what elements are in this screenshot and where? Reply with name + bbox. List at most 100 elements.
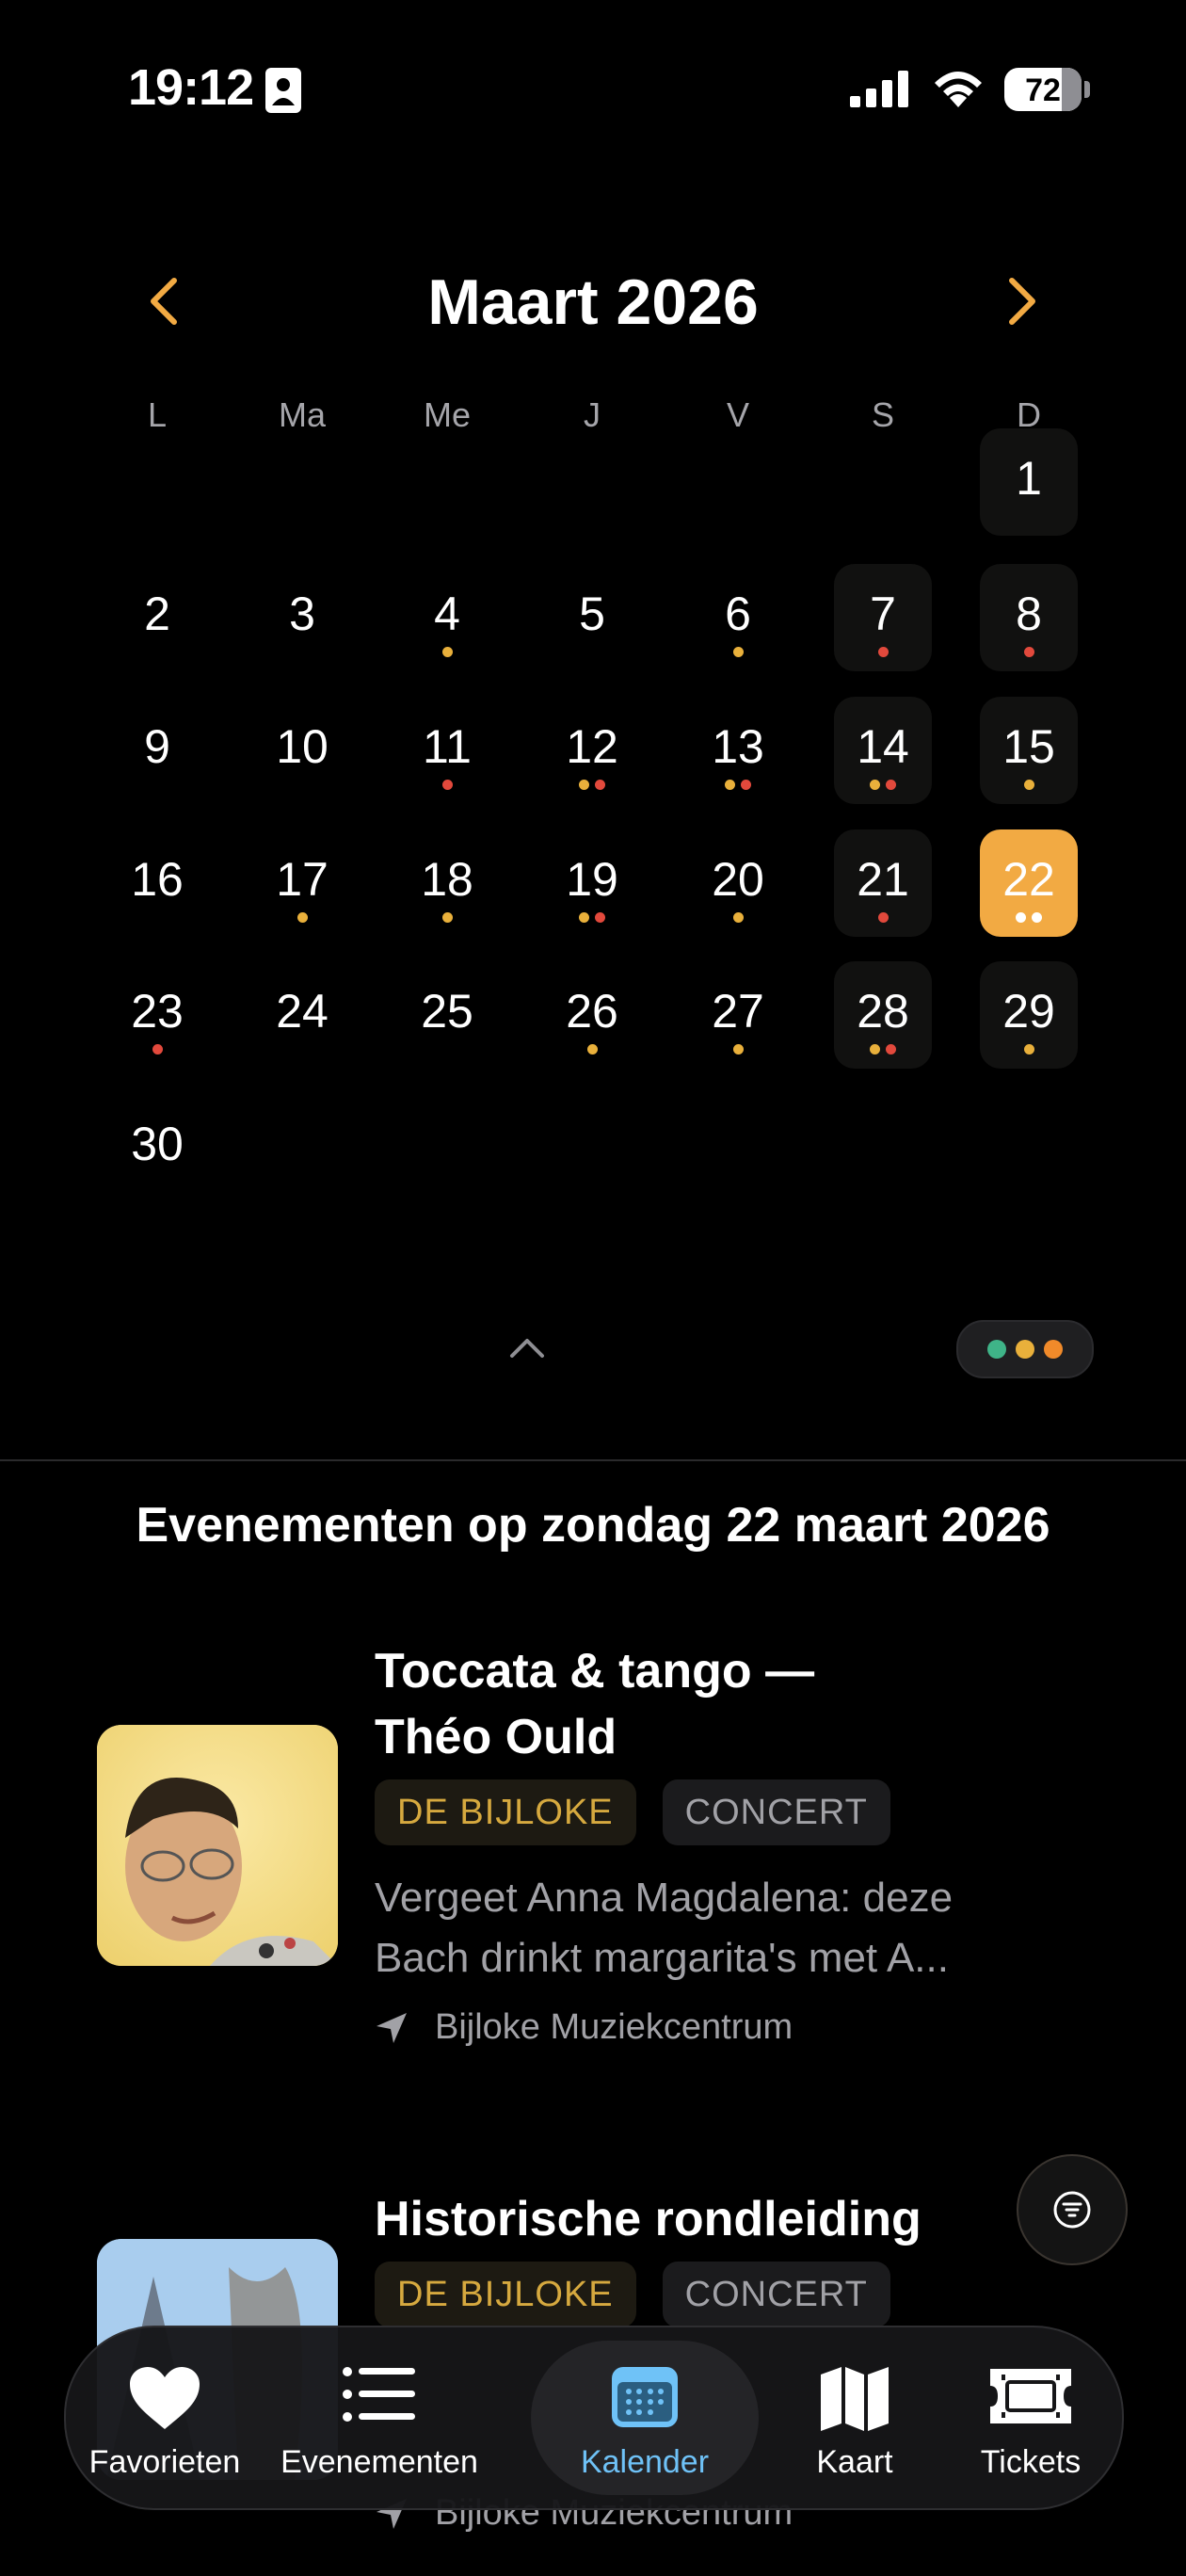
calendar-day[interactable]: 3	[253, 564, 351, 671]
calendar-day-number: 20	[712, 853, 764, 906]
filter-icon	[1053, 2191, 1091, 2229]
calendar-day-number: 21	[857, 853, 909, 906]
tab-calendar[interactable]: Kalender	[531, 2341, 759, 2495]
section-divider	[0, 1459, 1186, 1461]
collapse-calendar-chevron-up-icon[interactable]	[506, 1333, 548, 1361]
calendar-day-number: 11	[423, 720, 472, 773]
calendar-day-number: 19	[566, 853, 618, 906]
calendar-day[interactable]: 21	[834, 829, 932, 937]
tab-favorites[interactable]: Favorieten	[66, 2341, 264, 2495]
event-indicator-dots	[253, 912, 351, 924]
calendar-day[interactable]: 23	[108, 961, 206, 1069]
event-indicator-dots	[543, 780, 641, 791]
events-day-heading: Evenementen op zondag 22 maart 2026	[136, 1498, 1050, 1553]
event-title-line: Historische rondleiding	[375, 2192, 922, 2246]
tab-label: Kaart	[816, 2444, 893, 2480]
calendar-day-number: 9	[144, 720, 170, 773]
calendar-day[interactable]: 4	[398, 564, 496, 671]
calendar-day-number: 30	[131, 1118, 184, 1170]
event-indicator-dots	[398, 1044, 496, 1055]
calendar-day[interactable]: 27	[689, 961, 787, 1069]
venue-tag: DE BIJLOKE	[375, 1779, 636, 1845]
tab-tickets[interactable]: Tickets	[941, 2341, 1120, 2495]
venue-tag: DE BIJLOKE	[375, 2262, 636, 2327]
calendar-day-number: 27	[712, 985, 764, 1038]
calendar-day[interactable]: 17	[253, 829, 351, 937]
app-screen: 19:12 72 Maart 2026 L Ma Me J V S D 1 2 …	[0, 0, 1186, 2576]
event-indicator-dots	[980, 511, 1078, 523]
calendar-day[interactable]: 25	[398, 961, 496, 1069]
calendar-day[interactable]: 19	[543, 829, 641, 937]
calendar-day[interactable]: 30	[108, 1094, 206, 1201]
calendar-day[interactable]: 11	[398, 697, 496, 804]
category-tag: CONCERT	[662, 2262, 890, 2327]
event-tags: DE BIJLOKE CONCERT	[375, 2262, 890, 2327]
calendar-day[interactable]: 15	[980, 697, 1078, 804]
calendar-day[interactable]: 20	[689, 829, 787, 937]
calendar-day-number: 28	[857, 985, 909, 1038]
category-legend-button[interactable]	[956, 1320, 1094, 1378]
calendar-day[interactable]: 5	[543, 564, 641, 671]
tab-events[interactable]: Evenementen	[264, 2341, 495, 2495]
event-indicator-dots	[253, 780, 351, 791]
event-indicator-dots	[108, 647, 206, 658]
calendar-day[interactable]: 8	[980, 564, 1078, 671]
calendar-day[interactable]: 14	[834, 697, 932, 804]
event-location: Bijloke Muziekcentrum	[375, 2007, 793, 2048]
tab-label: Favorieten	[88, 2444, 241, 2480]
calendar-day[interactable]: 1	[980, 428, 1078, 536]
calendar-day[interactable]: 7	[834, 564, 932, 671]
calendar-day-number: 1	[1016, 452, 1042, 505]
calendar-day-number: 3	[289, 588, 315, 640]
category-tag: CONCERT	[662, 1779, 890, 1845]
calendar-day-selected[interactable]: 22	[980, 829, 1078, 937]
calendar-day[interactable]: 16	[108, 829, 206, 937]
calendar-grid: 1 2 3 4 5 6 7 8 9 10 11 12 13 14 15 16 17 18 19 20 21 22 23 24 2…	[0, 0, 1186, 1318]
event-indicator-dots	[398, 912, 496, 924]
filter-button[interactable]	[1017, 2154, 1128, 2265]
calendar-day[interactable]: 29	[980, 961, 1078, 1069]
event-indicator-dots	[834, 780, 932, 791]
calendar-day[interactable]: 12	[543, 697, 641, 804]
event-dot-yellow	[441, 647, 453, 657]
event-location-label: Bijloke Muziekcentrum	[435, 2007, 793, 2047]
calendar-day-number: 17	[276, 853, 329, 906]
calendar-day-number: 26	[566, 985, 618, 1038]
event-indicator-dots	[980, 780, 1078, 791]
calendar-day-number: 8	[1016, 588, 1042, 640]
calendar-day-number: 5	[579, 588, 605, 640]
event-description-line: Vergeet Anna Magdalena: deze	[375, 1875, 954, 1921]
calendar-day-number: 18	[421, 853, 473, 906]
event-dot-yellow	[579, 780, 589, 790]
event-indicator-dots	[108, 1044, 206, 1055]
event-dot-red	[877, 912, 889, 923]
calendar-day[interactable]: 10	[253, 697, 351, 804]
event-dot-red	[152, 1044, 163, 1055]
calendar-day[interactable]: 24	[253, 961, 351, 1069]
calendar-day-number: 24	[276, 985, 329, 1038]
event-indicator-dots	[253, 1044, 351, 1055]
tab-map[interactable]: Kaart	[768, 2341, 941, 2495]
calendar-day[interactable]: 9	[108, 697, 206, 804]
event-title-line: Théo Ould	[375, 1710, 617, 1764]
calendar-day[interactable]: 13	[689, 697, 787, 804]
event-dot-yellow	[870, 780, 880, 790]
event-indicator-dots	[834, 647, 932, 658]
heart-icon	[130, 2367, 200, 2429]
calendar-day-number: 7	[870, 588, 896, 640]
calendar-day[interactable]: 26	[543, 961, 641, 1069]
calendar-day-number: 14	[857, 720, 909, 773]
event-title: Historische rondleiding	[375, 2186, 958, 2252]
event-indicator-dots	[689, 647, 787, 658]
event-dot-yellow	[579, 912, 589, 923]
calendar-day[interactable]: 18	[398, 829, 496, 937]
calendar-day[interactable]: 2	[108, 564, 206, 671]
location-arrow-icon	[377, 2012, 407, 2043]
event-dot-yellow	[870, 1044, 880, 1055]
tab-label: Kalender	[580, 2444, 710, 2480]
event-indicator-dots	[398, 780, 496, 791]
calendar-day[interactable]: 28	[834, 961, 932, 1069]
tab-bar: Favorieten Evenementen Kalender Kaart Ti…	[64, 2326, 1124, 2510]
calendar-day-number: 22	[1002, 853, 1055, 906]
calendar-day[interactable]: 6	[689, 564, 787, 671]
